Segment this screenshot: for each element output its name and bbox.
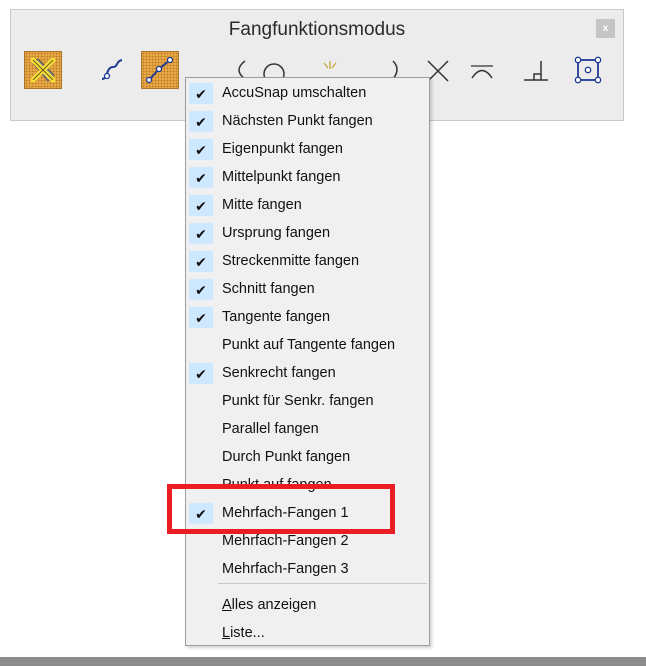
highlight-annotation bbox=[167, 484, 395, 534]
menu-item-show-all[interactable]: Alles anzeigen bbox=[186, 591, 429, 619]
menu-item-label: Nächsten Punkt fangen bbox=[222, 113, 373, 129]
checkmark-icon: ✔ bbox=[189, 251, 213, 272]
menu-item[interactable]: ✔ AccuSnap umschalten bbox=[186, 79, 429, 107]
menu-item-label: Mittelpunkt fangen bbox=[222, 169, 341, 185]
tangent-tool-button[interactable] bbox=[463, 51, 501, 89]
menu-item-label: Tangente fangen bbox=[222, 309, 331, 325]
menu-item-label: Streckenmitte fangen bbox=[222, 253, 360, 269]
checkmark-icon: ✔ bbox=[189, 223, 213, 244]
menu-item-label: Senkrecht fangen bbox=[222, 365, 336, 381]
menu-item-label: Punkt für Senkr. fangen bbox=[222, 393, 374, 409]
nearest-point-tool-button[interactable] bbox=[94, 51, 132, 89]
menu-item[interactable]: ✔ Nächsten Punkt fangen bbox=[186, 107, 429, 135]
menu-item-label: Parallel fangen bbox=[222, 421, 319, 437]
checkmark-icon: ✔ bbox=[189, 83, 213, 104]
bottom-border-bar bbox=[0, 657, 646, 666]
menu-item-label: Ursprung fangen bbox=[222, 225, 331, 241]
menu-item[interactable]: Punkt für Senkr. fangen bbox=[186, 387, 429, 415]
checkmark-icon: ✔ bbox=[189, 111, 213, 132]
multi-snap-box-tool-button[interactable] bbox=[569, 51, 607, 89]
multi-snap-box-icon bbox=[574, 56, 602, 84]
menu-item-label: Schnitt fangen bbox=[222, 281, 315, 297]
snap-context-menu: ✔ AccuSnap umschalten ✔ Nächsten Punkt fang… bbox=[185, 77, 430, 646]
menu-item-label: Durch Punkt fangen bbox=[222, 449, 351, 465]
menu-item-label: Liste... bbox=[222, 625, 265, 641]
menu-item[interactable]: ✔ Ursprung fangen bbox=[186, 219, 429, 247]
menu-item[interactable]: ✔ Mittelpunkt fangen bbox=[186, 163, 429, 191]
keypoint-snap-icon bbox=[145, 56, 174, 84]
menu-item[interactable]: ✔ Schnitt fangen bbox=[186, 275, 429, 303]
snap-toggle-icon bbox=[30, 57, 56, 83]
menu-item-label: Punkt auf Tangente fangen bbox=[222, 337, 396, 353]
perpendicular-tool-button[interactable] bbox=[517, 51, 555, 89]
menu-item[interactable]: ✔ Streckenmitte fangen bbox=[186, 247, 429, 275]
keypoint-snap-tool-button[interactable] bbox=[141, 51, 179, 89]
menu-item-label: AccuSnap umschalten bbox=[222, 85, 367, 101]
checkmark-icon: ✔ bbox=[189, 279, 213, 300]
menu-separator bbox=[218, 583, 427, 584]
menu-item[interactable]: Mehrfach-Fangen 3 bbox=[186, 555, 429, 583]
checkmark-icon: ✔ bbox=[189, 307, 213, 328]
checkmark-icon: ✔ bbox=[189, 195, 213, 216]
menu-item[interactable]: Durch Punkt fangen bbox=[186, 443, 429, 471]
snap-toggle-tool-button[interactable] bbox=[24, 51, 62, 89]
close-button[interactable]: x bbox=[596, 19, 615, 38]
perpendicular-icon bbox=[524, 61, 548, 81]
menu-item[interactable]: Parallel fangen bbox=[186, 415, 429, 443]
menu-item-label: Mehrfach-Fangen 3 bbox=[222, 561, 349, 577]
window-title: Fangfunktionsmodus bbox=[228, 19, 406, 40]
tangent-icon bbox=[471, 65, 493, 79]
checkmark-icon: ✔ bbox=[189, 167, 213, 188]
checkmark-icon: ✔ bbox=[189, 139, 213, 160]
menu-item[interactable]: Punkt auf Tangente fangen bbox=[186, 331, 429, 359]
menu-item-label: Mitte fangen bbox=[222, 197, 302, 213]
menu-item[interactable]: ✔ Mitte fangen bbox=[186, 191, 429, 219]
nearest-point-icon bbox=[101, 59, 123, 80]
menu-item-label: Alles anzeigen bbox=[222, 597, 317, 613]
checkmark-icon: ✔ bbox=[189, 363, 213, 384]
menu-item[interactable]: ✔ Eigenpunkt fangen bbox=[186, 135, 429, 163]
menu-item-label: Eigenpunkt fangen bbox=[222, 141, 343, 157]
menu-item-list[interactable]: Liste... bbox=[186, 619, 429, 647]
menu-item[interactable]: ✔ Senkrecht fangen bbox=[186, 359, 429, 387]
menu-item[interactable]: ✔ Tangente fangen bbox=[186, 303, 429, 331]
